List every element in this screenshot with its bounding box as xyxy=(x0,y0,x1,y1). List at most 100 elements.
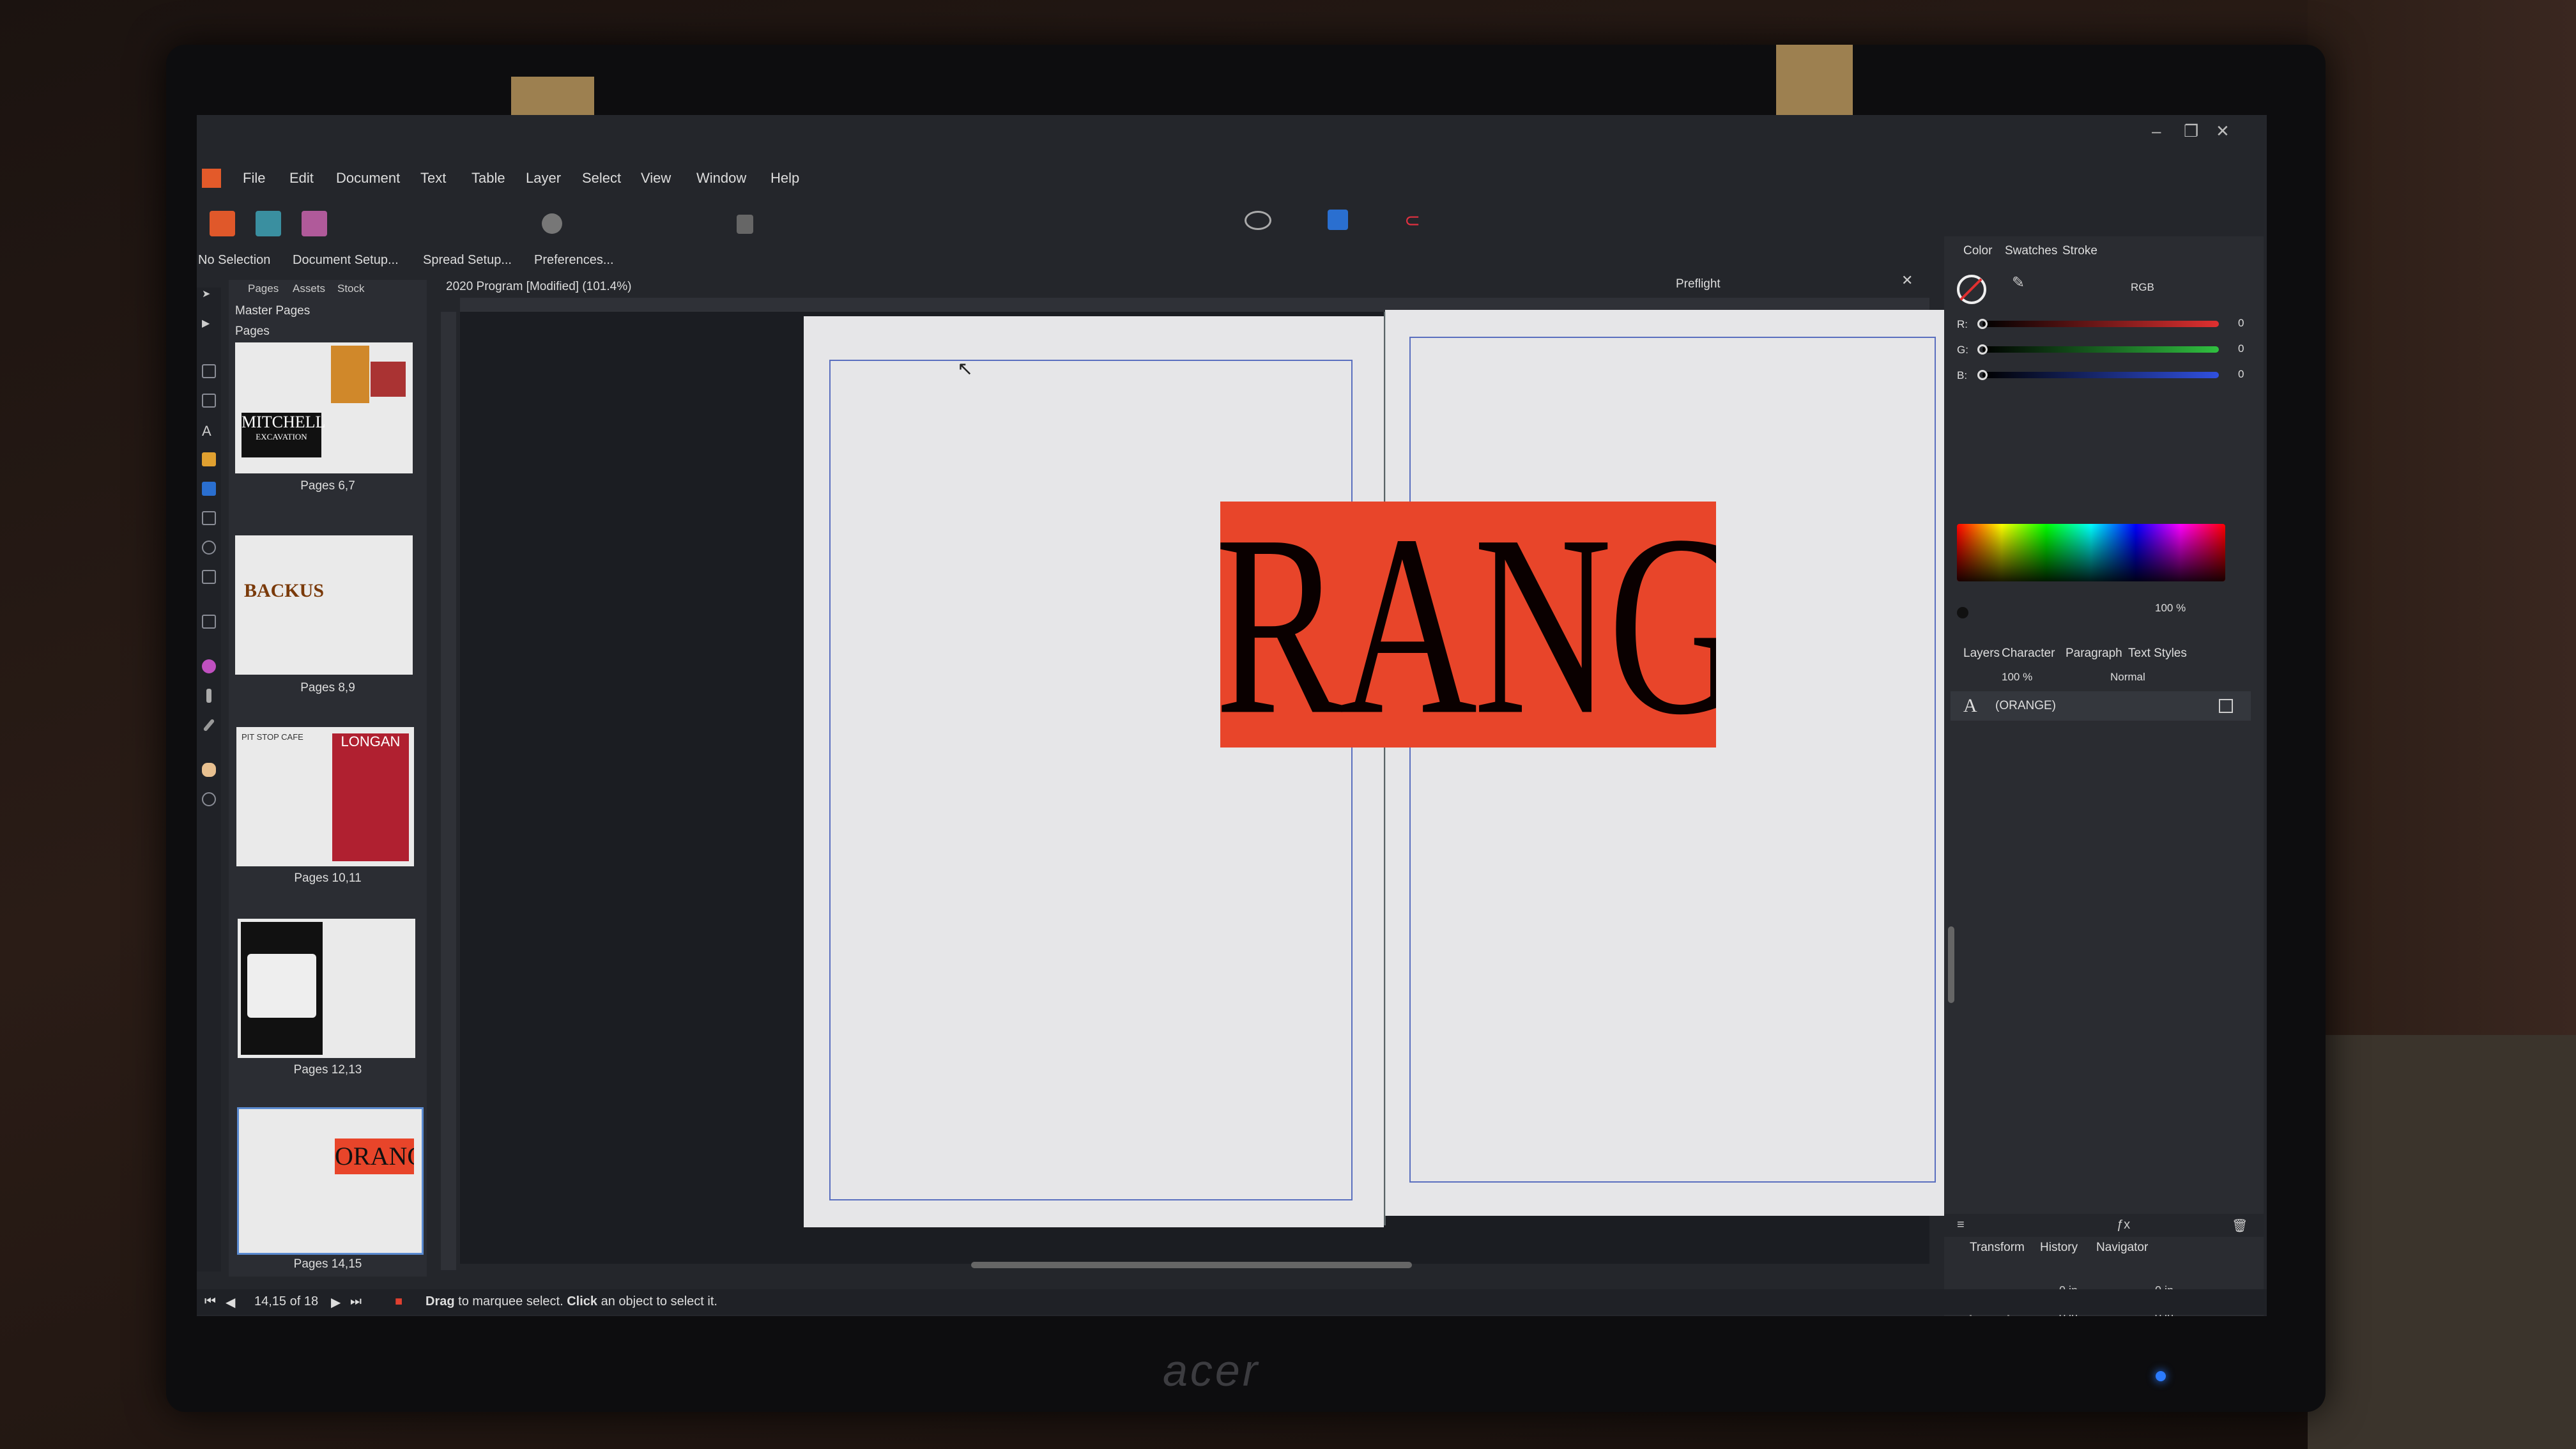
red-value[interactable]: 0 xyxy=(2238,317,2244,330)
black-swatch[interactable] xyxy=(1957,607,1968,618)
preview-mode-icon[interactable] xyxy=(1245,211,1271,230)
transparency-tool-icon[interactable] xyxy=(206,689,211,703)
tab-layers[interactable]: Layers xyxy=(1963,647,2000,661)
layer-row[interactable]: A (ORANGE) xyxy=(1951,691,2251,721)
restore-icon[interactable]: ❐ xyxy=(2184,121,2198,141)
next-page-icon[interactable]: ▶ xyxy=(331,1294,341,1310)
menu-select[interactable]: Select xyxy=(582,170,621,187)
ellipse-frame-tool-icon[interactable] xyxy=(202,540,216,555)
zoom-tool-icon[interactable] xyxy=(202,792,216,806)
place-image-tool-icon[interactable] xyxy=(202,570,216,584)
menu-layer[interactable]: Layer xyxy=(526,170,561,187)
photo-persona-icon[interactable] xyxy=(256,211,281,236)
orange-text-frame[interactable]: ORANGE xyxy=(1220,502,1716,747)
blue-slider-knob[interactable] xyxy=(1977,370,1988,380)
document-icon[interactable] xyxy=(737,215,753,234)
menu-help[interactable]: Help xyxy=(770,170,799,187)
tab-assets[interactable]: Assets xyxy=(293,282,325,295)
panel-scrollbar[interactable] xyxy=(1948,926,1954,1003)
previous-page-icon[interactable]: ◀ xyxy=(226,1294,235,1310)
page-thumbnail-12-13[interactable] xyxy=(238,919,415,1058)
page-thumbnail-14-15[interactable]: ORANGE xyxy=(237,1107,424,1255)
menu-table[interactable]: Table xyxy=(471,170,505,187)
tab-text-styles[interactable]: Text Styles xyxy=(2128,647,2187,661)
color-picker-tool-icon[interactable] xyxy=(203,718,215,732)
fill-tool-icon[interactable] xyxy=(202,659,216,673)
color-model-select[interactable]: RGB xyxy=(2131,281,2154,294)
thumbnail-photo xyxy=(331,346,369,403)
layers-stack-icon[interactable]: ≡ xyxy=(1957,1218,1965,1232)
green-value[interactable]: 0 xyxy=(2238,342,2244,355)
document-setup-button[interactable]: Document Setup... xyxy=(293,253,399,268)
spread-setup-button[interactable]: Spread Setup... xyxy=(423,253,512,268)
menu-file[interactable]: File xyxy=(243,170,265,187)
rectangle-tool-icon[interactable] xyxy=(202,482,216,496)
pentagon-icon[interactable] xyxy=(542,213,562,234)
page-indicator[interactable]: 14,15 of 18 xyxy=(254,1294,318,1309)
tab-navigator[interactable]: Navigator xyxy=(2096,1241,2148,1255)
menu-view[interactable]: View xyxy=(641,170,671,187)
tab-paragraph[interactable]: Paragraph xyxy=(2066,647,2122,661)
horizontal-scrollbar[interactable] xyxy=(971,1262,1412,1268)
tab-transform[interactable]: Transform xyxy=(1970,1241,2025,1255)
color-spectrum[interactable] xyxy=(1957,524,2225,581)
frame-text-tool-icon[interactable] xyxy=(202,364,216,378)
page-thumbnail-6-7[interactable]: MITCHELL EXCAVATION xyxy=(235,342,413,473)
first-page-icon[interactable]: ⏮ xyxy=(204,1294,216,1309)
preferences-button[interactable]: Preferences... xyxy=(534,253,614,268)
red-slider-knob[interactable] xyxy=(1977,319,1988,329)
tab-history[interactable]: History xyxy=(2040,1241,2078,1255)
layer-opacity[interactable]: 100 % xyxy=(2002,671,2032,684)
close-window-icon[interactable]: ✕ xyxy=(2216,121,2230,141)
page-right[interactable] xyxy=(1385,310,1966,1216)
publisher-persona-icon[interactable] xyxy=(210,211,235,236)
tab-character[interactable]: Character xyxy=(2002,647,2055,661)
artistic-text-tool-icon[interactable]: A xyxy=(202,423,216,439)
red-slider[interactable] xyxy=(1982,321,2219,327)
close-document-icon[interactable]: ✕ xyxy=(1901,272,1913,289)
page-thumbnail-10-11[interactable]: PIT STOP CAFE LONGAN xyxy=(236,727,414,866)
tab-swatches[interactable]: Swatches xyxy=(2005,244,2057,258)
menu-edit[interactable]: Edit xyxy=(289,170,314,187)
blend-mode-select[interactable]: Normal xyxy=(2110,671,2145,684)
hand-tool-icon[interactable] xyxy=(202,763,216,777)
document-tab[interactable]: 2020 Program [Modified] (101.4%) xyxy=(446,280,631,294)
tab-stroke[interactable]: Stroke xyxy=(2062,244,2097,258)
thumbnail-label: Pages 10,11 xyxy=(294,871,362,885)
tab-color[interactable]: Color xyxy=(1963,244,1992,258)
menu-window[interactable]: Window xyxy=(696,170,746,187)
delete-layer-icon[interactable]: 🗑 xyxy=(2232,1218,2248,1234)
designer-persona-icon[interactable] xyxy=(302,211,327,236)
blue-value[interactable]: 0 xyxy=(2238,368,2244,381)
green-slider-knob[interactable] xyxy=(1977,344,1988,355)
crop-tool-icon[interactable] xyxy=(202,615,216,629)
blue-slider[interactable] xyxy=(1982,372,2219,378)
menu-text[interactable]: Text xyxy=(420,170,446,187)
table-tool-icon[interactable] xyxy=(202,394,216,408)
master-pages-section[interactable]: Master Pages xyxy=(235,304,310,318)
fill-stroke-swatch[interactable] xyxy=(1957,275,1986,304)
app-logo-icon[interactable] xyxy=(202,169,221,188)
fill-color-swatch[interactable] xyxy=(1328,210,1348,230)
move-tool-icon[interactable]: ➤ xyxy=(202,288,216,302)
layer-visibility-checkbox[interactable] xyxy=(2219,699,2233,713)
green-slider[interactable] xyxy=(1982,346,2219,353)
document-canvas[interactable] xyxy=(460,310,1966,1264)
page-thumbnail-8-9[interactable]: BACKUS xyxy=(235,535,413,675)
eyedropper-icon[interactable]: ✎ xyxy=(2012,273,2025,292)
node-tool-icon[interactable]: ▶ xyxy=(202,317,216,331)
tab-pages[interactable]: Pages xyxy=(248,282,279,295)
minimize-icon[interactable]: – xyxy=(2152,121,2161,141)
pages-section[interactable]: Pages xyxy=(235,325,270,339)
orange-headline[interactable]: ORANGE xyxy=(1220,502,1716,747)
pen-tool-icon[interactable] xyxy=(202,452,216,466)
page-left[interactable] xyxy=(804,316,1384,1227)
snapping-magnet-icon[interactable]: ⊂ xyxy=(1404,210,1423,231)
last-page-icon[interactable]: ⏭ xyxy=(350,1294,362,1309)
preflight-status[interactable]: Preflight xyxy=(1676,277,1721,291)
color-opacity-value[interactable]: 100 % xyxy=(2155,602,2186,615)
tab-stock[interactable]: Stock xyxy=(337,282,365,295)
fx-icon[interactable]: ƒx xyxy=(2117,1218,2130,1232)
menu-document[interactable]: Document xyxy=(336,170,400,187)
picture-frame-tool-icon[interactable] xyxy=(202,511,216,525)
